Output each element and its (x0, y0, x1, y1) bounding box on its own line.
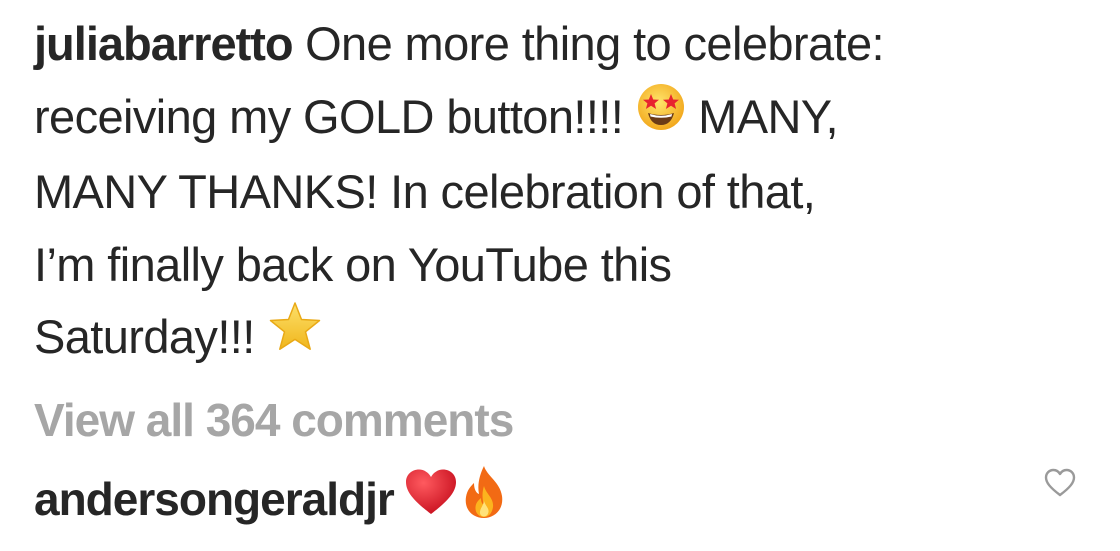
caption-text-4: I’m finally back on YouTube this (34, 237, 672, 291)
caption-text-1: One more thing to celebrate: (292, 17, 884, 70)
caption-line-2: receiving my GOLD button!!!! MANY, (34, 81, 1094, 157)
comment-row: andersongeraldjr (34, 466, 508, 538)
caption-username[interactable]: juliabarretto (34, 17, 294, 70)
caption-text-2: receiving my GOLD button!!!! (34, 89, 636, 143)
post-caption: juliabarretto One more thing to celebrat… (34, 8, 1094, 377)
caption-text-3: MANY THANKS! In celebration of that, (34, 165, 816, 219)
caption-line-1: juliabarretto One more thing to celebrat… (34, 8, 1094, 81)
fire-emoji-icon (460, 464, 508, 534)
caption-line-3: MANY THANKS! In celebration of that, (34, 156, 1094, 229)
view-all-comments-link[interactable]: View all 364 comments (34, 390, 514, 450)
caption-line-5: Saturday!!! (34, 301, 1094, 377)
star-emoji-icon (267, 301, 323, 374)
caption-text-2b: MANY, (685, 89, 838, 143)
red-heart-emoji-icon (404, 468, 458, 530)
caption-text-5: Saturday!!! (34, 310, 268, 364)
caption-line-4: I’m finally back on YouTube this (34, 229, 1094, 302)
star-struck-emoji-icon (636, 80, 686, 153)
comment-username[interactable]: andersongeraldjr (34, 473, 395, 525)
heart-outline-icon[interactable] (1044, 468, 1076, 498)
